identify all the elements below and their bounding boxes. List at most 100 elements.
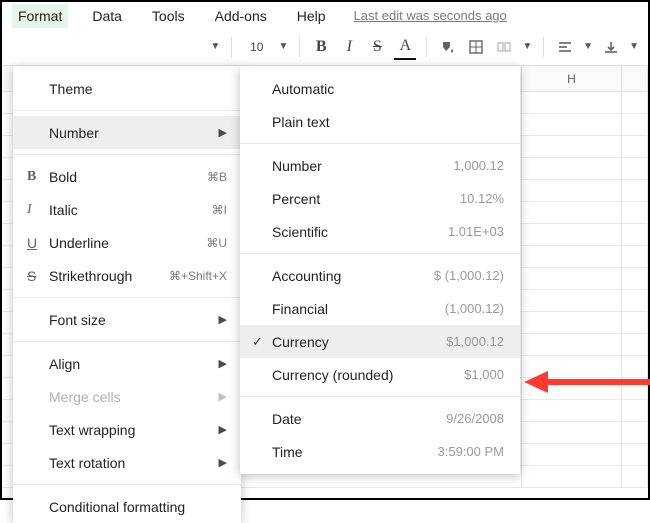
menu-shortcut: ⌘U <box>206 236 227 250</box>
number-currency[interactable]: ✓ Currency $1,000.12 <box>240 325 520 358</box>
format-sample: 1,000.12 <box>453 158 504 173</box>
menu-data[interactable]: Data <box>86 4 128 28</box>
fontsize-input[interactable]: 10 <box>242 34 271 60</box>
chevron-down-icon[interactable]: ▼ <box>582 34 594 60</box>
number-submenu: Automatic Plain text Number 1,000.12 Per… <box>240 66 520 474</box>
menu-label: Bold <box>49 169 207 185</box>
menu-label: Number <box>49 125 213 141</box>
format-sample: $1,000 <box>464 367 504 382</box>
menu-help[interactable]: Help <box>291 4 332 28</box>
column-header-next[interactable] <box>622 66 648 91</box>
format-strikethrough[interactable]: S Strikethrough ⌘+Shift+X <box>13 259 241 292</box>
italic-button[interactable]: I <box>338 34 360 60</box>
menu-label: Align <box>49 356 213 372</box>
last-edit-link[interactable]: Last edit was seconds ago <box>354 8 507 23</box>
submenu-arrow-icon: ▶ <box>219 357 227 370</box>
separator <box>13 110 241 111</box>
chevron-down-icon[interactable]: ▼ <box>209 34 221 60</box>
format-number[interactable]: Number ▶ <box>13 116 241 149</box>
format-align[interactable]: Align ▶ <box>13 347 241 380</box>
menu-label: Theme <box>49 81 227 97</box>
format-italic[interactable]: I Italic ⌘I <box>13 193 241 226</box>
menu-label: Percent <box>272 191 460 207</box>
submenu-arrow-icon: ▶ <box>219 390 227 403</box>
number-plain-text[interactable]: Plain text <box>240 105 520 138</box>
format-underline[interactable]: U Underline ⌘U <box>13 226 241 259</box>
separator <box>13 297 241 298</box>
menu-shortcut: ⌘I <box>212 203 227 217</box>
format-sample: 3:59:00 PM <box>438 444 505 459</box>
borders-button[interactable] <box>465 34 487 60</box>
menu-label: Text wrapping <box>49 422 213 438</box>
format-sample: (1,000.12) <box>445 301 504 316</box>
merge-cells-button[interactable] <box>493 34 515 60</box>
menu-label: Currency <box>272 334 446 350</box>
check-icon: ✓ <box>252 334 272 350</box>
column-header-h[interactable]: H <box>522 66 622 91</box>
number-automatic[interactable]: Automatic <box>240 72 520 105</box>
menu-label: Number <box>272 158 453 174</box>
separator <box>13 484 241 485</box>
submenu-arrow-icon: ▶ <box>219 313 227 326</box>
number-number[interactable]: Number 1,000.12 <box>240 149 520 182</box>
menu-label: Conditional formatting <box>49 499 227 515</box>
underline-icon: U <box>27 235 49 251</box>
menu-bar: Format Data Tools Add-ons Help Last edit… <box>2 2 648 30</box>
vertical-align-button[interactable] <box>600 34 622 60</box>
number-percent[interactable]: Percent 10.12% <box>240 182 520 215</box>
number-time[interactable]: Time 3:59:00 PM <box>240 435 520 468</box>
menu-shortcut: ⌘+Shift+X <box>169 269 227 283</box>
menu-label: Text rotation <box>49 455 213 471</box>
submenu-arrow-icon: ▶ <box>219 456 227 469</box>
format-text-rotation[interactable]: Text rotation ▶ <box>13 446 241 479</box>
menu-label: Font size <box>49 312 213 328</box>
format-bold[interactable]: B Bold ⌘B <box>13 160 241 193</box>
format-sample: $ (1,000.12) <box>434 268 504 283</box>
format-menu-dropdown: Theme Number ▶ B Bold ⌘B I Italic ⌘I U U… <box>13 66 241 523</box>
chevron-down-icon[interactable]: ▼ <box>278 34 290 60</box>
strikethrough-button[interactable]: S <box>366 34 388 60</box>
menu-tools[interactable]: Tools <box>146 4 191 28</box>
menu-label: Automatic <box>272 81 504 97</box>
number-currency-rounded[interactable]: Currency (rounded) $1,000 <box>240 358 520 391</box>
toolbar: ▼ 10 ▼ B I S A ▼ ▼ ▼ <box>2 30 648 66</box>
menu-label: Strikethrough <box>49 268 169 284</box>
separator <box>426 37 427 57</box>
bold-icon: B <box>27 169 49 185</box>
format-fontsize[interactable]: Font size ▶ <box>13 303 241 336</box>
separator <box>13 154 241 155</box>
strikethrough-icon: S <box>27 268 49 284</box>
menu-label: Italic <box>49 202 212 218</box>
horizontal-align-button[interactable] <box>554 34 576 60</box>
chevron-down-icon[interactable]: ▼ <box>628 34 640 60</box>
bold-button[interactable]: B <box>310 34 332 60</box>
menu-label: Accounting <box>272 268 434 284</box>
text-color-button[interactable]: A <box>394 34 416 60</box>
menu-label: Scientific <box>272 224 448 240</box>
number-accounting[interactable]: Accounting $ (1,000.12) <box>240 259 520 292</box>
format-sample: 1.01E+03 <box>448 224 504 239</box>
menu-format[interactable]: Format <box>12 4 68 28</box>
number-scientific[interactable]: Scientific 1.01E+03 <box>240 215 520 248</box>
chevron-down-icon[interactable]: ▼ <box>521 34 533 60</box>
italic-icon: I <box>27 202 49 218</box>
format-theme[interactable]: Theme <box>13 72 241 105</box>
menu-label: Merge cells <box>49 389 213 405</box>
format-merge-cells[interactable]: Merge cells ▶ <box>13 380 241 413</box>
fill-color-button[interactable] <box>437 34 459 60</box>
submenu-arrow-icon: ▶ <box>219 126 227 139</box>
format-conditional-formatting[interactable]: Conditional formatting <box>13 490 241 523</box>
format-sample: 9/26/2008 <box>446 411 504 426</box>
menu-label: Date <box>272 411 446 427</box>
format-sample: 10.12% <box>460 191 504 206</box>
format-text-wrapping[interactable]: Text wrapping ▶ <box>13 413 241 446</box>
menu-label: Currency (rounded) <box>272 367 464 383</box>
separator <box>240 396 520 397</box>
number-date[interactable]: Date 9/26/2008 <box>240 402 520 435</box>
menu-label: Time <box>272 444 438 460</box>
menu-shortcut: ⌘B <box>207 170 227 184</box>
menu-addons[interactable]: Add-ons <box>209 4 273 28</box>
submenu-arrow-icon: ▶ <box>219 423 227 436</box>
number-financial[interactable]: Financial (1,000.12) <box>240 292 520 325</box>
separator <box>240 253 520 254</box>
